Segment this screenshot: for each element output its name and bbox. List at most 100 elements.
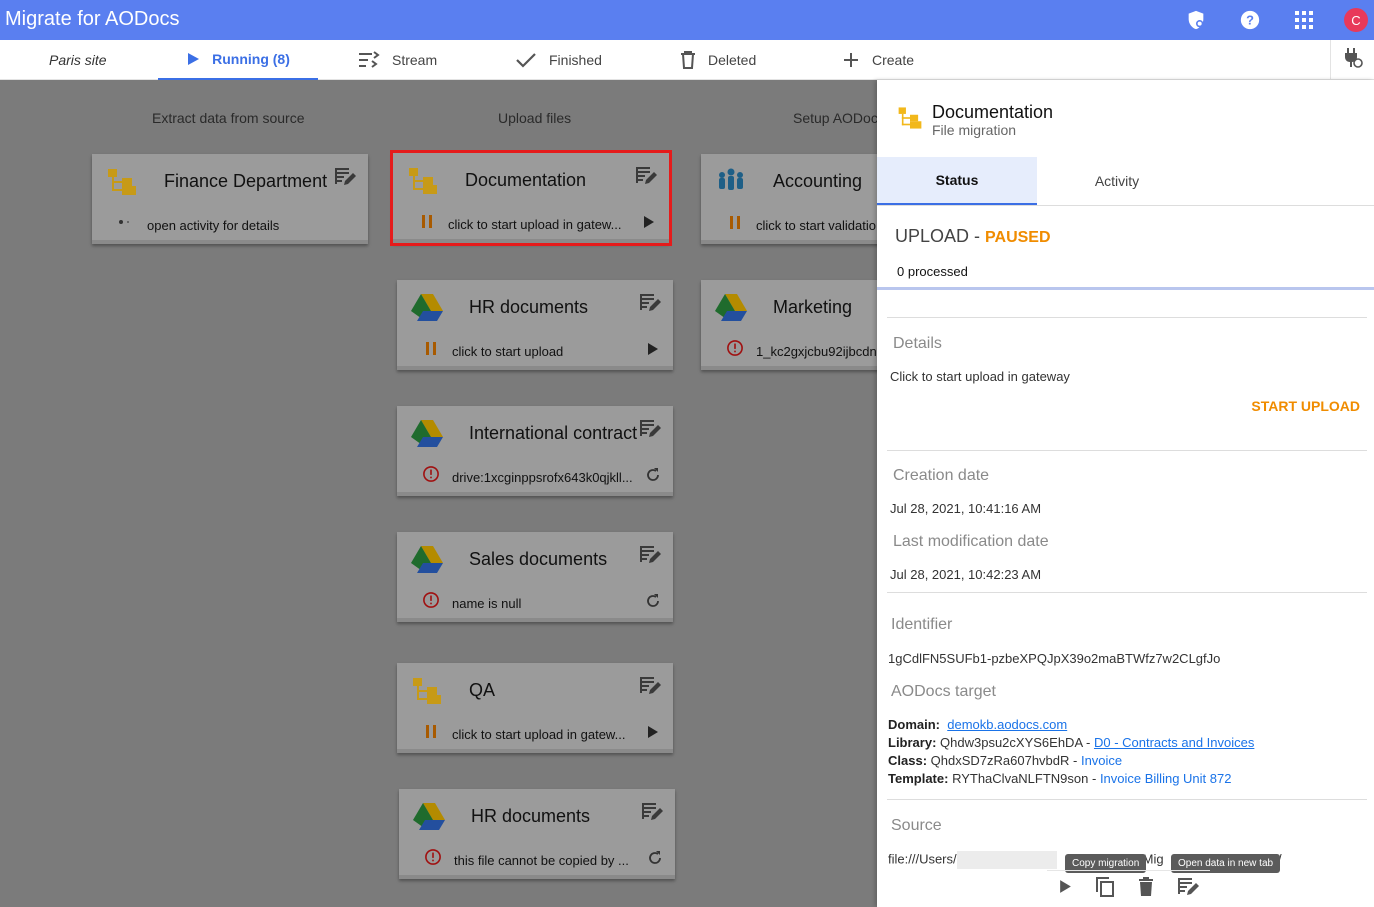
- column-header-upload: Upload files: [498, 110, 572, 126]
- dash-separator: -: [1069, 753, 1081, 768]
- source-path-start: file:///Users/: [888, 851, 957, 867]
- migration-card-hr-documents-2[interactable]: HR documents this file cannot be copied …: [399, 789, 675, 879]
- migration-detail-panel: Documentation File migration Status Acti…: [877, 80, 1374, 907]
- panel-title: Documentation: [932, 102, 1054, 122]
- check-icon: [515, 52, 537, 68]
- modification-date-heading: Last modification date: [893, 533, 1049, 550]
- divider: [887, 450, 1367, 451]
- card-status-text: click to start upload: [452, 344, 564, 359]
- divider: [887, 592, 1367, 593]
- upload-state: PAUSED: [985, 229, 1051, 246]
- tab-finished[interactable]: Finished: [515, 40, 602, 80]
- copy-icon[interactable]: [1095, 876, 1115, 903]
- play-icon: [186, 52, 200, 66]
- card-status-text: name is null: [452, 596, 522, 611]
- identifier-heading: Identifier: [891, 616, 953, 633]
- error-icon: [423, 466, 439, 482]
- details-heading: Details: [893, 335, 942, 352]
- apps-grid-icon[interactable]: [1292, 8, 1316, 32]
- play-icon[interactable]: [645, 724, 661, 740]
- progress-bar: [877, 287, 1374, 290]
- pause-icon: [727, 214, 743, 230]
- class-id: QhdxSD7zRa607hvbdR: [930, 753, 1070, 768]
- open-in-new-tab-icon[interactable]: [1177, 876, 1199, 903]
- card-title: Marketing: [773, 297, 853, 317]
- library-link[interactable]: D0 - Contracts and Invoices: [1094, 735, 1254, 750]
- upload-separator: -: [969, 226, 986, 246]
- tab-activity[interactable]: Activity: [1037, 157, 1197, 205]
- help-icon[interactable]: ?: [1238, 8, 1262, 32]
- error-icon: [727, 340, 743, 356]
- migration-card-qa[interactable]: QA click to start upload in gatew...: [397, 663, 673, 753]
- admin-shield-icon[interactable]: [1184, 8, 1208, 32]
- template-link[interactable]: Invoice Billing Unit 872: [1100, 771, 1232, 786]
- card-title: Finance Department: [164, 171, 328, 191]
- play-icon[interactable]: [1059, 879, 1072, 899]
- people-icon: [715, 166, 747, 198]
- retry-icon[interactable]: [645, 467, 661, 483]
- migration-card-sales-documents[interactable]: Sales documents name is null: [397, 532, 673, 622]
- class-label: Class:: [888, 753, 928, 768]
- tab-running[interactable]: Running (8): [158, 40, 318, 80]
- google-drive-icon: [413, 801, 445, 833]
- domain-link[interactable]: demokb.aodocs.com: [947, 717, 1067, 732]
- pause-icon: [423, 723, 439, 739]
- tab-running-label: Running (8): [212, 51, 290, 67]
- connection-button[interactable]: [1330, 40, 1374, 80]
- migration-card-finance-department[interactable]: Finance Department open activity for det…: [92, 154, 368, 244]
- card-status-text: 1_kc2gxjcbu92ijbcdn: [756, 344, 877, 359]
- card-title: QA: [469, 680, 496, 700]
- tab-deleted[interactable]: Deleted: [680, 40, 756, 80]
- edit-data-icon[interactable]: [635, 165, 657, 187]
- retry-icon[interactable]: [647, 850, 663, 866]
- trash-icon[interactable]: [1138, 877, 1154, 901]
- creation-date-value: Jul 28, 2021, 10:41:16 AM: [890, 501, 1042, 516]
- tab-create-label: Create: [872, 52, 915, 68]
- user-avatar[interactable]: C: [1344, 8, 1368, 32]
- dash-separator: -: [1082, 735, 1094, 750]
- column-header-setup: Setup AODocs: [793, 110, 885, 126]
- class-link[interactable]: Invoice: [1081, 753, 1122, 768]
- site-name[interactable]: Paris site: [49, 52, 107, 68]
- edit-data-icon[interactable]: [639, 675, 661, 697]
- edit-data-icon[interactable]: [639, 544, 661, 566]
- google-drive-icon: [411, 544, 443, 576]
- edit-data-icon[interactable]: [639, 418, 661, 440]
- migration-card-documentation[interactable]: Documentation click to start upload in g…: [390, 150, 672, 246]
- card-status-text: click to start validatio: [756, 218, 876, 233]
- tab-bar: Paris site Running (8) Stream Finished D…: [0, 40, 1374, 80]
- card-title: HR documents: [469, 297, 589, 317]
- start-upload-button[interactable]: START UPLOAD: [1251, 398, 1360, 414]
- processed-count: 0 processed: [897, 264, 968, 279]
- migration-card-hr-documents[interactable]: HR documents click to start upload: [397, 280, 673, 370]
- play-icon[interactable]: [645, 341, 661, 357]
- migration-card-international-contract[interactable]: International contract drive:1xcginppsro…: [397, 406, 673, 496]
- panel-subtitle: File migration: [932, 122, 1017, 138]
- retry-icon[interactable]: [645, 593, 661, 609]
- panel-tabs: Status Activity: [877, 157, 1374, 206]
- identifier-value: 1gCdlFN5SUFb1-pzbeXPQJpX39o2maBTWfz7w2CL…: [888, 651, 1221, 666]
- library-label: Library:: [888, 735, 937, 750]
- card-status-text: click to start upload in gatew...: [448, 217, 622, 232]
- edit-data-icon[interactable]: [641, 801, 663, 823]
- card-status-text: this file cannot be copied by ...: [454, 853, 629, 868]
- folder-tree-icon: [106, 166, 138, 198]
- svg-text:?: ?: [1246, 13, 1254, 28]
- tab-stream[interactable]: Stream: [358, 40, 437, 80]
- modification-date-value: Jul 28, 2021, 10:42:23 AM: [890, 567, 1042, 582]
- folder-tree-icon: [411, 675, 443, 707]
- plug-refresh-icon: [1342, 47, 1364, 74]
- tab-status[interactable]: Status: [877, 157, 1037, 205]
- creation-date-heading: Creation date: [893, 467, 990, 484]
- play-icon[interactable]: [641, 214, 657, 230]
- tab-create[interactable]: Create: [842, 40, 914, 80]
- card-title: Sales documents: [469, 549, 608, 569]
- error-icon: [423, 592, 439, 608]
- card-status-text: open activity for details: [147, 218, 280, 233]
- tab-finished-label: Finished: [549, 52, 602, 68]
- edit-data-icon[interactable]: [639, 292, 661, 314]
- tab-deleted-label: Deleted: [708, 52, 757, 68]
- edit-data-icon[interactable]: [334, 166, 356, 188]
- card-status-text: click to start upload in gatew...: [452, 727, 626, 742]
- details-text: Click to start upload in gateway: [890, 369, 1070, 384]
